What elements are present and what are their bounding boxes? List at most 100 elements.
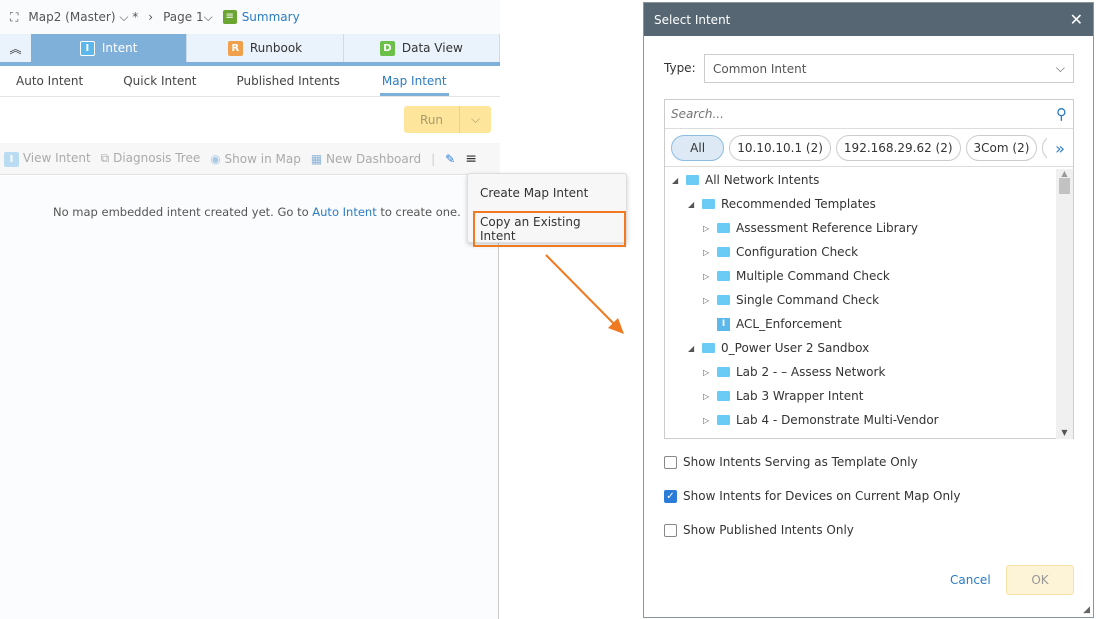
folder-icon [686,175,699,185]
tree-node-label: All Network Intents [705,173,820,187]
expanded-icon[interactable]: ◢ [672,176,680,185]
new-dashboard-button[interactable]: ▦ New Dashboard [311,152,421,166]
tab-data-view[interactable]: D Data View [344,34,500,62]
expanded-icon[interactable]: ◢ [688,344,696,353]
search-icon[interactable]: ⚲ [1056,105,1067,123]
tree-node[interactable]: ▷ Lab 3 Wrapper Intent [703,386,863,406]
collapsed-icon[interactable]: ▷ [703,368,711,377]
tab-map-intent[interactable]: Map Intent [379,66,449,96]
filter-chip[interactable]: 192.168.29.62 (2) [835,134,961,161]
tree-scrollbar[interactable]: ▲ ▼ [1056,169,1073,439]
tree-node[interactable]: ▷ Lab 4 - Demonstrate Multi-Vendor [703,410,939,430]
modified-marker: * [132,9,139,24]
tab-published-intents[interactable]: Published Intents [213,66,356,96]
tree-node-label: Single Command Check [736,293,880,307]
arrow-line [545,254,619,329]
folder-icon [717,367,730,377]
tab-label: Intent [101,41,138,55]
collapsed-icon[interactable]: ▷ [703,416,711,425]
option-label: Show Published Intents Only [683,523,854,537]
collapsed-icon[interactable]: ▷ [703,392,711,401]
auto-intent-link[interactable]: Auto Intent [312,205,376,219]
diagnosis-tree-button[interactable]: ⧉ Diagnosis Tree [101,151,201,166]
dialog-header: Select Intent ✕ [644,3,1093,36]
tree-node[interactable]: ▷ Lab 2 - – Assess Network [703,362,885,382]
tree-node[interactable]: ▷ Multiple Command Check [703,266,890,286]
option-label: Show Intents Serving as Template Only [683,455,918,469]
resize-grip-icon[interactable]: ◢ [1083,605,1090,615]
scroll-down-icon[interactable]: ▼ [1056,428,1073,437]
option-checkbox[interactable]: Show Published Intents Only [664,523,854,537]
run-button[interactable]: Run [404,106,460,133]
runbook-icon: R [227,40,243,56]
run-dropdown-icon[interactable]: ⌵ [460,106,491,133]
dashboard-icon: ▦ [310,151,323,166]
tab-label: Runbook [249,41,303,55]
main-tabs: ︽ I Intent R Runbook D Data View [0,34,500,66]
intent-browser: ⚲ All10.10.10.1 (2)192.168.29.62 (2)3Com… [664,99,1074,439]
tree-node[interactable]: ▷ Assessment Reference Library [703,218,918,238]
more-chips-icon[interactable]: » [1047,129,1073,166]
show-in-map-button[interactable]: ◉ Show in Map [210,152,301,166]
tree-node[interactable]: ◢ Recommended Templates [688,194,876,214]
tree-node-label: Multiple Command Check [736,269,890,283]
collapse-button[interactable]: ︽ [0,34,31,62]
expanded-icon[interactable]: ◢ [688,200,696,209]
menu-icon[interactable]: ≡ [465,151,477,167]
tree-node-label: Lab 4 - Demonstrate Multi-Vendor [736,413,939,427]
close-icon[interactable]: ✕ [1070,10,1083,29]
empty-text: to create one. [376,205,461,219]
label: Show in Map [224,151,301,166]
option-checkbox[interactable]: Show Intents Serving as Template Only [664,455,918,469]
intent-icon: I [79,40,95,56]
summary-link[interactable]: ≡ Summary [222,10,300,24]
map-selector[interactable]: Map2 (Master) ⌵ * [28,10,138,25]
search-input[interactable] [671,107,971,121]
tree-node-label: 0_Power User 2 Sandbox [721,341,870,355]
intent-icon: I [717,317,730,331]
tree-node[interactable]: ▷ Configuration Check [703,242,858,262]
checkbox[interactable] [664,523,677,537]
menu-item-copy-existing-intent[interactable]: Copy an Existing Intent [473,211,626,247]
search-box: ⚲ [665,100,1073,129]
filter-chip[interactable]: 10.10.10.1 (2) [729,134,831,161]
tree-node[interactable]: ◢ All Network Intents [672,170,819,190]
chevron-right-icon: › [148,10,154,24]
edit-icon[interactable]: ✎ [445,152,455,166]
ok-button[interactable]: OK [1006,565,1074,595]
type-value: Common Intent [713,61,807,76]
tab-runbook[interactable]: R Runbook [187,34,344,62]
summary-icon: ≡ [222,10,237,24]
collapsed-icon[interactable]: ▷ [703,224,711,233]
tab-intent[interactable]: I Intent [31,34,188,62]
collapsed-icon[interactable]: ▷ [703,248,711,257]
fullscreen-icon[interactable]: ⛶ [10,10,18,25]
option-checkbox[interactable]: ✓ Show Intents for Devices on Current Map… [664,489,961,503]
intent-icon: I [4,151,19,167]
type-label: Type: [664,61,696,75]
menu-item-create-map-intent[interactable]: Create Map Intent [480,186,588,200]
tree-node-label: Configuration Check [736,245,859,259]
annotation-arrow [545,254,624,334]
filter-chip[interactable]: All [671,134,725,161]
map-name: Map2 (Master) [28,9,116,24]
tree-node[interactable]: ▷ Single Command Check [703,290,879,310]
option-label: Show Intents for Devices on Current Map … [683,489,961,503]
collapsed-icon[interactable]: ▷ [703,272,711,281]
collapsed-icon[interactable]: ▷ [703,296,711,305]
tab-quick-intent[interactable]: Quick Intent [99,66,212,96]
checkbox[interactable] [664,455,677,469]
scroll-up-icon[interactable]: ▲ [1056,169,1073,178]
scroll-thumb[interactable] [1059,178,1070,194]
tree-node[interactable]: I ACL_Enforcement [703,314,842,334]
type-select[interactable]: Common Intent ⌵ [704,54,1074,83]
content-area: No map embedded intent created yet. Go t… [0,176,499,619]
cancel-button[interactable]: Cancel [950,573,991,587]
view-intent-button[interactable]: I View Intent [4,151,91,167]
page-selector[interactable]: Page 1⌵ [163,10,213,25]
filter-chip[interactable]: 3Com (2) [965,134,1038,161]
tab-auto-intent[interactable]: Auto Intent [0,66,99,96]
empty-text: No map embedded intent created yet. Go t… [53,205,313,219]
tree-node[interactable]: ◢ 0_Power User 2 Sandbox [688,338,869,358]
checkbox[interactable]: ✓ [664,489,677,503]
